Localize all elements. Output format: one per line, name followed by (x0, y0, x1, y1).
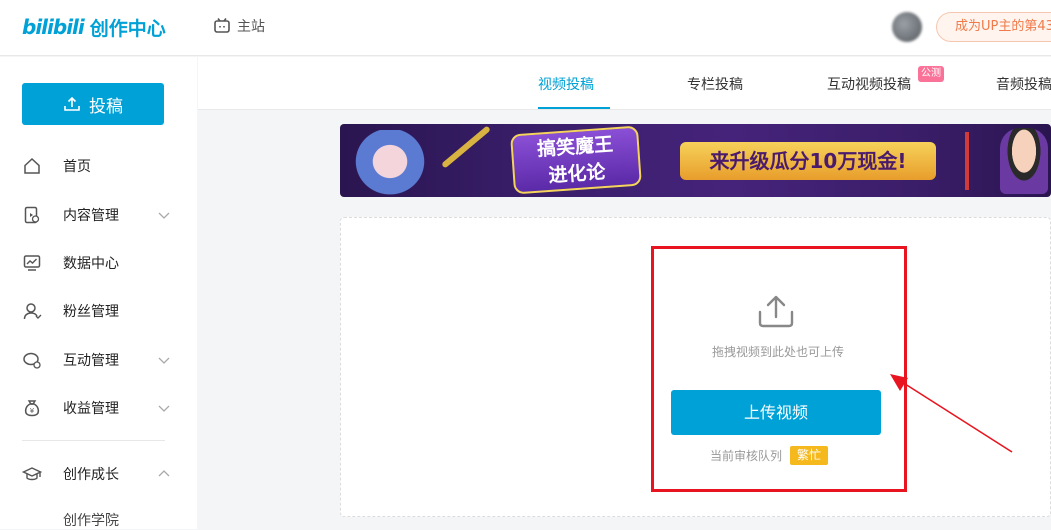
graduation-cap-icon (22, 464, 42, 484)
bilibili-logo-text: bilibili (22, 15, 85, 39)
tab-audio[interactable]: 音频投稿 (996, 74, 1051, 94)
sidebar-item-label: 收益管理 (63, 401, 119, 417)
sidebar-item-label: 首页 (63, 159, 91, 175)
main-site-link[interactable]: 主站 (213, 16, 265, 36)
sidebar-item-label: 创作成长 (63, 467, 119, 483)
chevron-up-icon (158, 470, 170, 477)
svg-text:¥: ¥ (30, 407, 35, 415)
chart-icon (22, 253, 42, 273)
home-icon (22, 156, 42, 176)
sidebar-item-interaction[interactable]: 互动管理 (0, 340, 197, 380)
tab-video[interactable]: 视频投稿 (538, 74, 594, 94)
sidebar: 投稿 首页 内容管理 数据中心 粉丝管理 互动管理 ¥ 收益管理 创作成长 创作… (0, 57, 197, 529)
sidebar-item-label: 粉丝管理 (63, 304, 119, 320)
sidebar-item-label: 数据中心 (63, 256, 119, 272)
tv-icon (214, 18, 230, 33)
beta-badge: 公测 (918, 66, 944, 82)
sidebar-item-label: 内容管理 (63, 208, 119, 224)
chevron-down-icon (158, 357, 170, 364)
upload-type-tabs: 视频投稿 专栏投稿 互动视频投稿 音频投稿 (198, 57, 1051, 110)
chevron-down-icon (158, 212, 170, 219)
sidebar-subitem-academy[interactable]: 创作学院 (63, 510, 119, 530)
main-site-label: 主站 (237, 19, 265, 35)
app-logo[interactable]: bilibili 创作中心 (22, 13, 166, 41)
fans-icon (22, 301, 42, 321)
sidebar-divider (22, 440, 165, 441)
banner-person-illustration (1000, 128, 1048, 194)
money-bag-icon: ¥ (22, 398, 42, 418)
sidebar-item-revenue[interactable]: ¥ 收益管理 (0, 388, 197, 428)
upload-button[interactable]: 投稿 (22, 83, 164, 125)
tab-interactive-video[interactable]: 互动视频投稿 (827, 74, 911, 94)
banner-character-illustration (350, 130, 430, 197)
sidebar-item-label: 互动管理 (63, 353, 119, 369)
banner-trident-decoration (965, 132, 969, 190)
banner-event-title: 搞笑魔王 进化论 (510, 125, 642, 195)
app-title: 创作中心 (89, 17, 166, 40)
avatar[interactable] (892, 12, 922, 42)
up-promo-badge[interactable]: 成为UP主的第43 (936, 12, 1051, 42)
banner-wand-decoration (441, 125, 491, 169)
banner-slogan: 来升级瓜分10万现金! (680, 142, 936, 180)
upload-button-label: 投稿 (89, 96, 123, 117)
promo-banner[interactable]: 搞笑魔王 进化论 来升级瓜分10万现金! (340, 124, 1051, 197)
top-header: bilibili 创作中心 主站 成为UP主的第43 (0, 0, 1051, 56)
sidebar-item-home[interactable]: 首页 (0, 146, 197, 186)
sidebar-item-fans[interactable]: 粉丝管理 (0, 291, 197, 331)
chat-icon (22, 350, 42, 370)
content-icon (22, 205, 42, 225)
annotation-highlight-box (651, 246, 907, 492)
tab-article[interactable]: 专栏投稿 (687, 74, 743, 94)
sidebar-item-data[interactable]: 数据中心 (0, 243, 197, 283)
chevron-down-icon (158, 405, 170, 412)
upload-icon (64, 96, 80, 111)
sidebar-item-content[interactable]: 内容管理 (0, 195, 197, 235)
active-tab-indicator (538, 107, 610, 109)
sidebar-item-growth[interactable]: 创作成长 (0, 454, 197, 494)
